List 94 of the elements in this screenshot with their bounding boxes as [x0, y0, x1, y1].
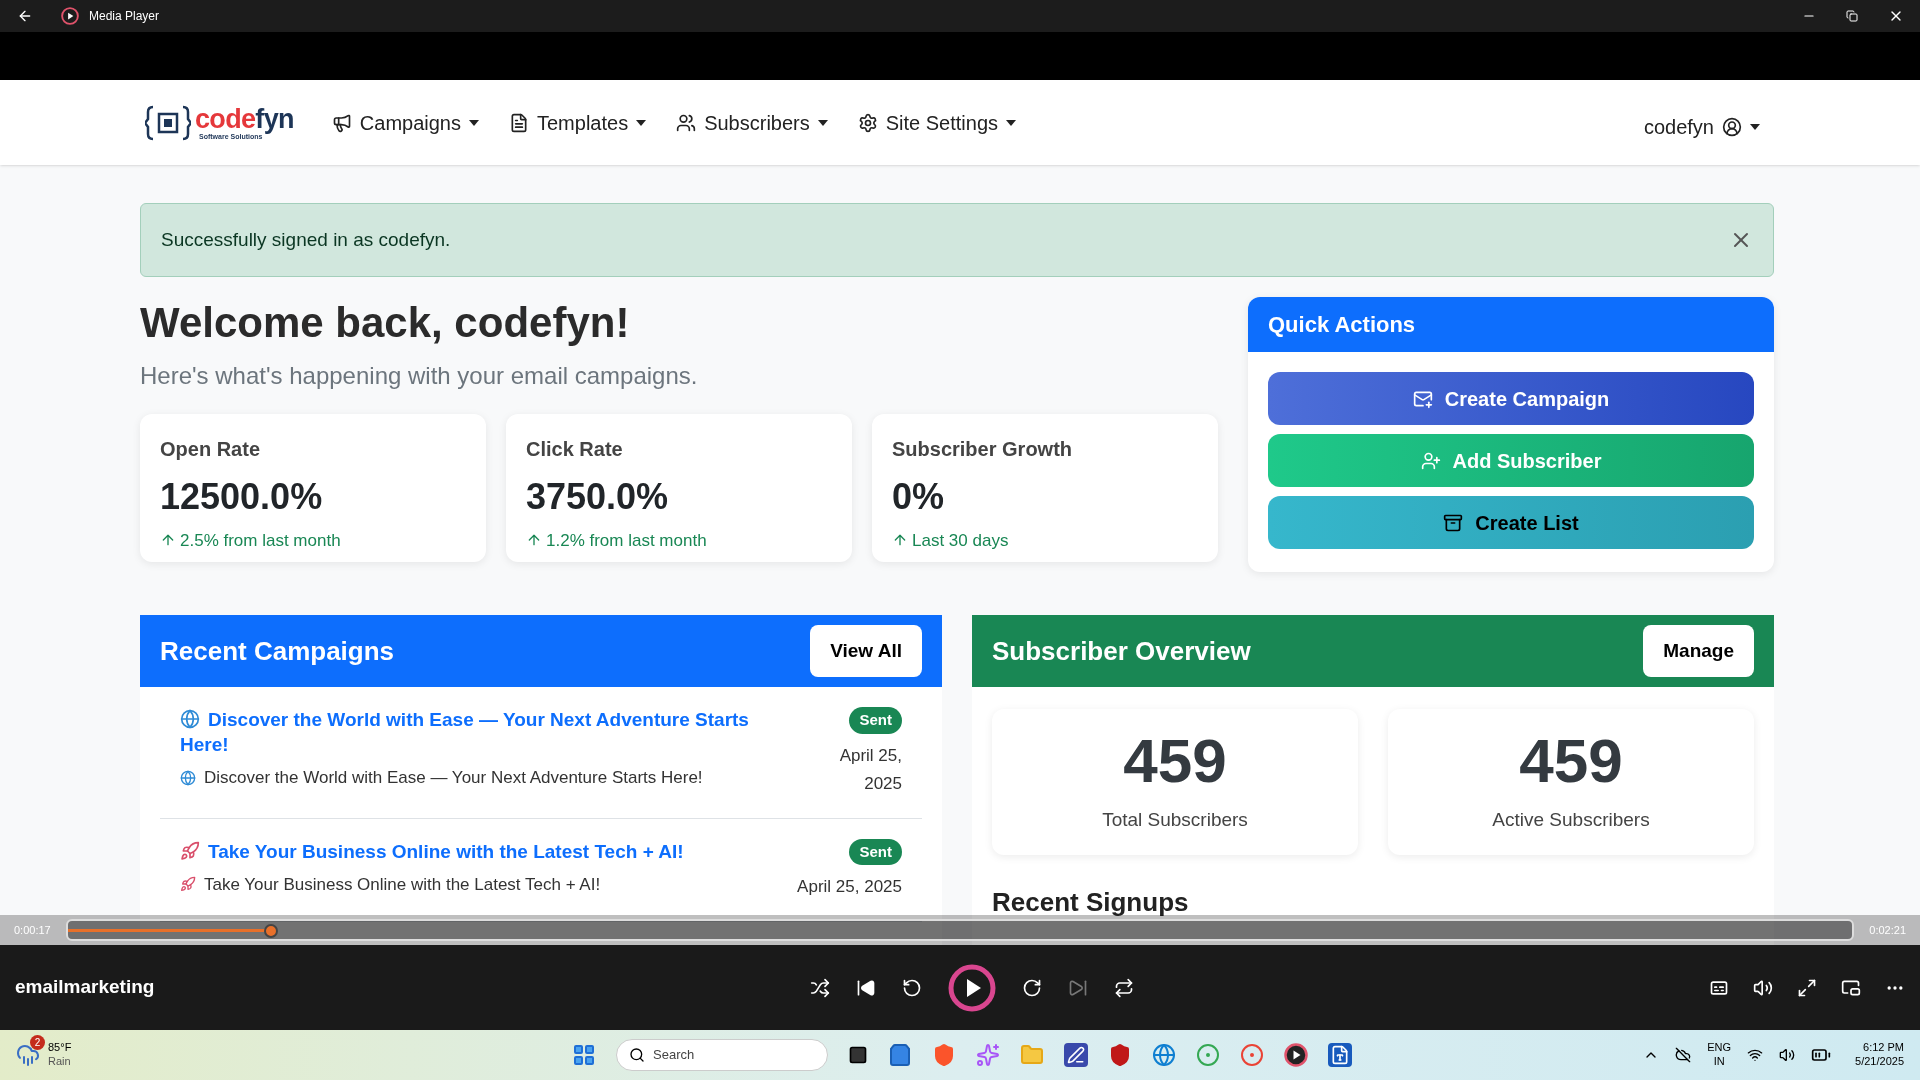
- caret-icon: [469, 119, 479, 126]
- globe-icon: [180, 769, 196, 786]
- play-circle-icon: [61, 7, 79, 25]
- stat-value: 12500.0%: [160, 474, 324, 519]
- caret-icon: [1750, 123, 1760, 130]
- taskbar-search-field[interactable]: Search: [616, 1039, 828, 1071]
- section-heading: Recent Signups: [991, 886, 1190, 919]
- users-icon: [676, 112, 697, 133]
- card-title: Subscriber Overview: [992, 634, 1251, 668]
- card-title: Quick Actions: [1268, 311, 1416, 339]
- seek-track[interactable]: [66, 919, 1854, 941]
- nav-menu-item[interactable]: Campaigns: [331, 107, 479, 138]
- campaign-date: April 25, 2025: [797, 876, 902, 898]
- stat-value: 459: [1519, 729, 1623, 792]
- stat-label: Click Rate: [526, 436, 624, 462]
- caret-icon: [1006, 119, 1017, 126]
- campaign-title-link[interactable]: Discover the World with Ease — Your Next Adventure Starts Here!: [180, 707, 785, 757]
- forward-button[interactable]: [1022, 977, 1042, 998]
- total-time: 0:02:21: [1868, 922, 1906, 938]
- gear-icon: [857, 112, 878, 133]
- tray-icon: [1443, 512, 1464, 533]
- rocket-icon: [180, 876, 196, 893]
- play-button[interactable]: [948, 963, 996, 1012]
- campaign-subtitle: Take Your Business Online with the Latest Tech + AI!: [204, 873, 601, 896]
- status-badge: Sent: [849, 707, 902, 734]
- user-avatar-icon: [1722, 116, 1742, 137]
- status-badge: Sent: [849, 838, 902, 865]
- user-menu[interactable]: codefyn: [1643, 111, 1760, 142]
- campaign-title-link[interactable]: Take Your Business Online with the Latest Tech + AI!: [180, 838, 782, 864]
- language-indicator: ENG: [1707, 1041, 1732, 1055]
- stat-label: Active Subscribers: [1492, 807, 1650, 832]
- nav-menu-item[interactable]: Subscribers: [676, 107, 828, 138]
- volume-icon[interactable]: [1779, 1047, 1796, 1063]
- sparkles-icon[interactable]: [976, 1043, 1000, 1067]
- media-title: emailmarketing: [15, 975, 155, 1000]
- globe-icon[interactable]: [1152, 1043, 1176, 1067]
- clock-date: 5/21/2025: [1855, 1055, 1904, 1069]
- store-bag-icon[interactable]: [888, 1043, 912, 1067]
- globe-icon: [180, 709, 200, 729]
- temperature: 85°F: [48, 1041, 72, 1055]
- caret-icon: [817, 119, 828, 126]
- campaign-subtitle: Discover the World with Ease — Your Next Adventure Starts Here!: [204, 767, 703, 789]
- action-button[interactable]: Create List: [1268, 496, 1754, 549]
- region-indicator: IN: [1713, 1055, 1725, 1069]
- circle-icon[interactable]: [1240, 1043, 1264, 1067]
- document-icon: [509, 112, 529, 133]
- megaphone-icon: [331, 112, 352, 133]
- brand-name: codefyn: [195, 105, 294, 133]
- user-plus-icon: [1420, 450, 1441, 471]
- welcome-heading: Welcome back, codefyn!: [140, 298, 631, 348]
- start-button[interactable]: [572, 1043, 596, 1067]
- circle-icon[interactable]: [1196, 1043, 1220, 1067]
- repeat-button[interactable]: [1114, 977, 1134, 998]
- document-icon[interactable]: [1328, 1043, 1352, 1067]
- clock-time: 6:12 PM: [1863, 1041, 1904, 1055]
- wifi-icon[interactable]: [1747, 1047, 1764, 1063]
- back-button[interactable]: [17, 8, 33, 24]
- stat-value: 459: [1123, 729, 1227, 792]
- welcome-subtitle: Here's what's happening with your email campaigns.: [140, 360, 699, 391]
- restore-button[interactable]: [1846, 10, 1858, 22]
- stat-value: 3750.0%: [526, 474, 670, 519]
- task-view-icon[interactable]: [848, 1045, 868, 1065]
- fullscreen-button[interactable]: [1797, 977, 1817, 998]
- cloud-off-icon[interactable]: [1675, 1047, 1692, 1063]
- alert-message: Successfully signed in as codefyn.: [161, 227, 451, 252]
- nav-menu-item[interactable]: Site Settings: [857, 107, 1017, 138]
- shuffle-button[interactable]: [810, 977, 830, 998]
- notification-badge: 2: [30, 1035, 45, 1051]
- view-all-button[interactable]: View All: [810, 625, 922, 677]
- stat-change: 1.2% from last month: [546, 529, 707, 552]
- shield-icon[interactable]: [1108, 1043, 1132, 1067]
- search-placeholder: Search: [653, 1046, 695, 1065]
- card-title: Recent Campaigns: [160, 634, 395, 668]
- search-icon: [629, 1047, 645, 1063]
- elapsed-time: 0:00:17: [14, 922, 52, 938]
- manage-button[interactable]: Manage: [1643, 625, 1754, 677]
- stat-change: Last 30 days: [912, 529, 1009, 552]
- caret-icon: [636, 119, 647, 126]
- window-title: Media Player: [89, 8, 160, 25]
- rocket-icon: [180, 840, 200, 861]
- stat-label: Total Subscribers: [1102, 807, 1248, 832]
- nav-menu-item[interactable]: Templates: [509, 107, 647, 138]
- campaign-date: April 25, 2025: [838, 744, 902, 795]
- stat-label: Subscriber Growth: [892, 436, 1074, 462]
- shield-icon[interactable]: [932, 1043, 956, 1067]
- weather-condition: Rain: [48, 1055, 72, 1069]
- stat-label: Open Rate: [160, 436, 262, 462]
- pen-icon[interactable]: [1064, 1043, 1088, 1067]
- action-button[interactable]: Create Campaign: [1268, 372, 1754, 425]
- volume-button[interactable]: [1753, 977, 1773, 998]
- play-circle-icon[interactable]: [1284, 1043, 1308, 1067]
- rewind-button[interactable]: [902, 977, 922, 998]
- stat-value: 0%: [892, 474, 946, 519]
- stat-change: 2.5% from last month: [180, 529, 341, 552]
